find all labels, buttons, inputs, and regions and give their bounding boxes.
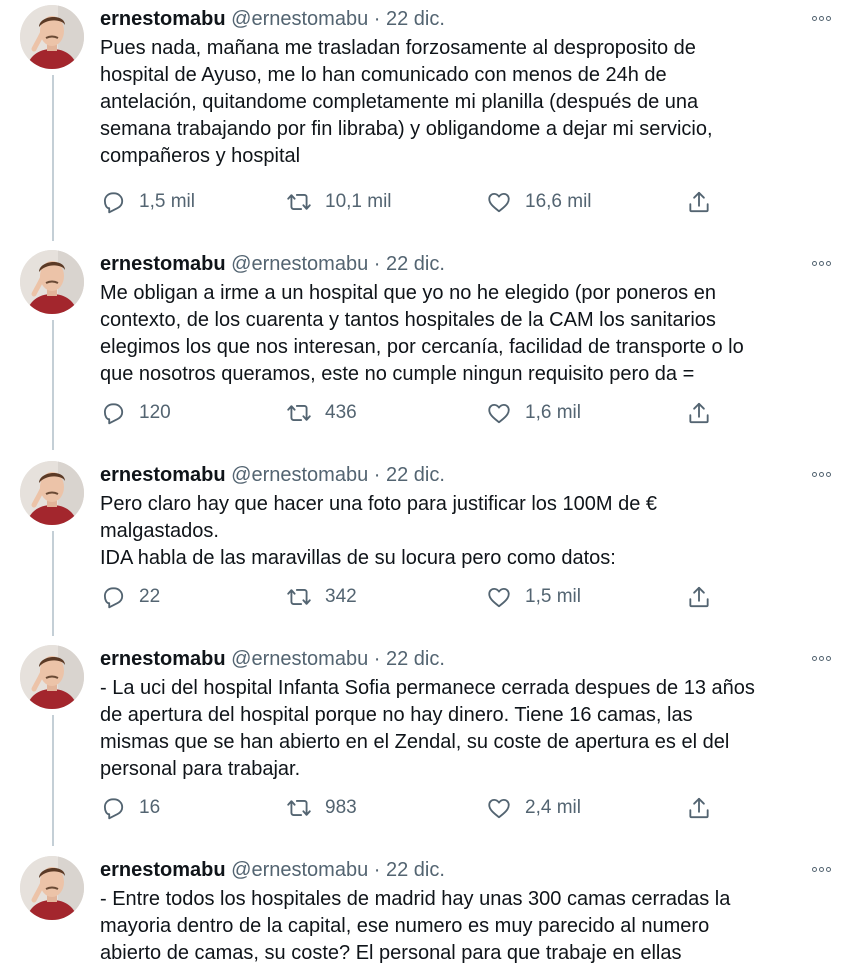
heart-icon xyxy=(488,192,510,213)
more-icon[interactable] xyxy=(806,8,836,28)
more-icon[interactable] xyxy=(806,648,836,668)
user-handle[interactable]: @ernestomabu xyxy=(231,648,368,670)
like-count: 16,6 mil xyxy=(525,191,592,212)
heart-icon xyxy=(488,403,510,424)
separator-dot: · xyxy=(373,464,381,486)
avatar[interactable] xyxy=(20,250,84,314)
separator-dot: · xyxy=(373,253,381,275)
reply-icon xyxy=(103,587,124,609)
tweet-text: - La uci del hospital Infanta Sofia perm… xyxy=(100,677,755,780)
display-name[interactable]: ernestomabu xyxy=(100,253,226,275)
reply-icon xyxy=(103,798,124,820)
heart-icon xyxy=(488,798,510,819)
reply-button[interactable]: 120 xyxy=(100,398,171,428)
reply-button[interactable]: 22 xyxy=(100,582,160,612)
retweet-count: 10,1 mil xyxy=(325,191,392,212)
user-handle[interactable]: @ernestomabu xyxy=(231,8,368,30)
user-handle[interactable]: @ernestomabu xyxy=(231,253,368,275)
tweet-thread: ernestomabu @ernestomabu · 22 dic. Pues … xyxy=(0,0,850,972)
user-handle[interactable]: @ernestomabu xyxy=(231,464,368,486)
share-button[interactable] xyxy=(686,398,725,428)
share-button[interactable] xyxy=(686,187,725,217)
like-button[interactable]: 1,5 mil xyxy=(486,582,581,612)
retweet-icon xyxy=(287,800,311,816)
separator-dot: · xyxy=(373,8,381,30)
reply-count: 22 xyxy=(139,586,161,607)
reply-icon xyxy=(103,192,124,214)
more-icon[interactable] xyxy=(806,859,836,879)
tweet-text: Me obligan a irme a un hospital que yo n… xyxy=(100,282,744,385)
display-name[interactable]: ernestomabu xyxy=(100,648,226,670)
tweet-text: Pues nada, mañana me trasladan forzosame… xyxy=(100,37,713,167)
tweet-header: ernestomabu @ernestomabu · 22 dic. xyxy=(100,6,445,32)
tweet-actions: 120 436 1,6 mil xyxy=(100,398,740,428)
tweet[interactable]: ernestomabu @ernestomabu · 22 dic. - La … xyxy=(0,640,850,845)
tweet-text: - Entre todos los hospitales de madrid h… xyxy=(100,888,731,964)
like-count: 1,5 mil xyxy=(525,586,581,607)
display-name[interactable]: ernestomabu xyxy=(100,8,226,30)
tweet[interactable]: ernestomabu @ernestomabu · 22 dic. Pero … xyxy=(0,456,850,636)
tweet-date[interactable]: 22 dic. xyxy=(386,464,445,486)
retweet-icon xyxy=(287,405,311,421)
tweet-date[interactable]: 22 dic. xyxy=(386,8,445,30)
retweet-button[interactable]: 436 xyxy=(286,398,357,428)
like-button[interactable]: 2,4 mil xyxy=(486,793,581,823)
reply-count: 16 xyxy=(139,797,161,818)
separator-dot: · xyxy=(373,859,381,881)
tweet-header: ernestomabu @ernestomabu · 22 dic. xyxy=(100,251,445,277)
retweet-icon xyxy=(287,194,311,210)
tweet-header: ernestomabu @ernestomabu · 22 dic. xyxy=(100,462,445,488)
share-button[interactable] xyxy=(686,582,725,612)
like-button[interactable]: 16,6 mil xyxy=(486,187,592,217)
share-icon xyxy=(689,191,709,213)
like-count: 2,4 mil xyxy=(525,797,581,818)
display-name[interactable]: ernestomabu xyxy=(100,859,226,881)
avatar[interactable] xyxy=(20,5,84,69)
reply-button[interactable]: 1,5 mil xyxy=(100,187,195,217)
user-handle[interactable]: @ernestomabu xyxy=(231,859,368,881)
tweet[interactable]: ernestomabu @ernestomabu · 22 dic. - Ent… xyxy=(0,851,850,972)
share-icon xyxy=(689,797,709,819)
tweet-actions: 16 983 2,4 mil xyxy=(100,793,740,823)
more-icon[interactable] xyxy=(806,253,836,273)
avatar[interactable] xyxy=(20,645,84,709)
retweet-button[interactable]: 342 xyxy=(286,582,357,612)
retweet-count: 983 xyxy=(325,797,357,818)
heart-icon xyxy=(488,587,510,608)
tweet-actions: 22 342 1,5 mil xyxy=(100,582,740,612)
display-name[interactable]: ernestomabu xyxy=(100,464,226,486)
avatar[interactable] xyxy=(20,856,84,920)
tweet-text: Pero claro hay que hacer una foto para j… xyxy=(100,493,657,569)
like-count: 1,6 mil xyxy=(525,402,581,423)
reply-button[interactable]: 16 xyxy=(100,793,160,823)
like-button[interactable]: 1,6 mil xyxy=(486,398,581,428)
avatar[interactable] xyxy=(20,461,84,525)
more-icon[interactable] xyxy=(806,464,836,484)
share-icon xyxy=(689,586,709,608)
retweet-icon xyxy=(287,589,311,605)
retweet-count: 342 xyxy=(325,586,357,607)
share-button[interactable] xyxy=(686,793,725,823)
tweet[interactable]: ernestomabu @ernestomabu · 22 dic. Me ob… xyxy=(0,245,850,450)
tweet-actions: 1,5 mil 10,1 mil 16,6 mil xyxy=(100,187,740,217)
tweet-header: ernestomabu @ernestomabu · 22 dic. xyxy=(100,646,445,672)
tweet-header: ernestomabu @ernestomabu · 22 dic. xyxy=(100,857,445,883)
reply-count: 1,5 mil xyxy=(139,191,195,212)
separator-dot: · xyxy=(373,648,381,670)
reply-icon xyxy=(103,403,124,425)
retweet-count: 436 xyxy=(325,402,357,423)
tweet-date[interactable]: 22 dic. xyxy=(386,253,445,275)
tweet[interactable]: ernestomabu @ernestomabu · 22 dic. Pues … xyxy=(0,0,850,240)
tweet-date[interactable]: 22 dic. xyxy=(386,648,445,670)
reply-count: 120 xyxy=(139,402,171,423)
share-icon xyxy=(689,402,709,424)
tweet-date[interactable]: 22 dic. xyxy=(386,859,445,881)
retweet-button[interactable]: 10,1 mil xyxy=(286,187,392,217)
retweet-button[interactable]: 983 xyxy=(286,793,357,823)
